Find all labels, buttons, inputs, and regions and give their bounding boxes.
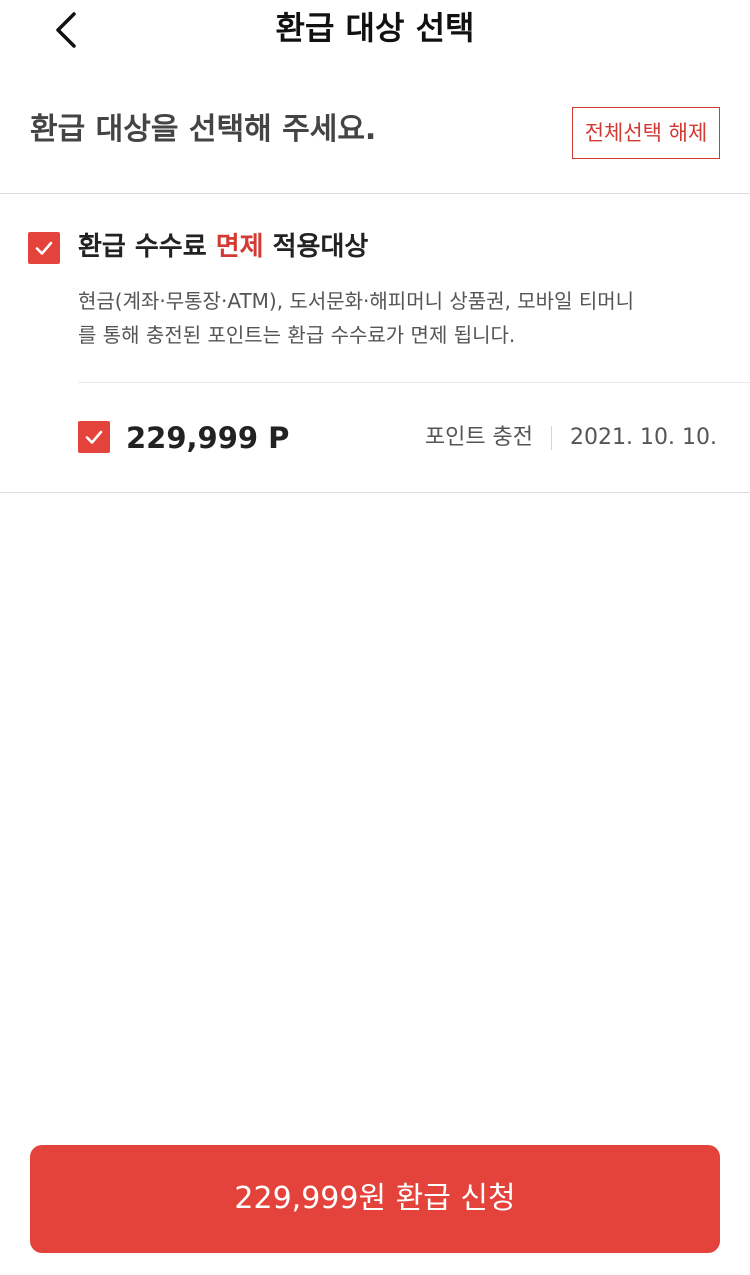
section-title: 환급 대상을 선택해 주세요. <box>30 112 377 147</box>
divider <box>0 193 750 194</box>
description-line: 를 통해 충전된 포인트는 환급 수수료가 면제 됩니다. <box>78 323 516 347</box>
group-checkbox[interactable] <box>28 232 60 264</box>
divider <box>78 382 750 383</box>
item-meta: 포인트 충전 2021. 10. 10. <box>425 420 717 456</box>
divider <box>0 492 750 493</box>
description-line: 현금(계좌·무통장·ATM), 도서문화·해피머니 상품권, 모바일 티머니 <box>78 289 635 313</box>
group-title: 환급 수수료 면제 적용대상 <box>78 228 368 266</box>
page-title: 환급 대상 선택 <box>275 9 475 47</box>
deselect-all-button[interactable]: 전체선택 해제 <box>572 107 720 159</box>
item-type: 포인트 충전 <box>424 425 534 450</box>
meta-separator <box>551 426 553 450</box>
check-icon <box>85 430 103 444</box>
item-amount: 229,999 P <box>126 421 290 455</box>
item-date: 2021. 10. 10. <box>570 425 717 450</box>
check-icon <box>35 241 53 255</box>
header: 환급 대상 선택 <box>0 0 750 60</box>
item-checkbox[interactable] <box>78 421 110 453</box>
group-description: 현금(계좌·무통장·ATM), 도서문화·해피머니 상품권, 모바일 티머니 를… <box>78 284 718 352</box>
group-title-part2: 적용대상 <box>263 232 369 262</box>
submit-refund-button[interactable]: 229,999원 환급 신청 <box>30 1145 720 1253</box>
group-title-part1: 환급 수수료 <box>78 232 216 262</box>
group-title-accent: 면제 <box>215 232 264 262</box>
